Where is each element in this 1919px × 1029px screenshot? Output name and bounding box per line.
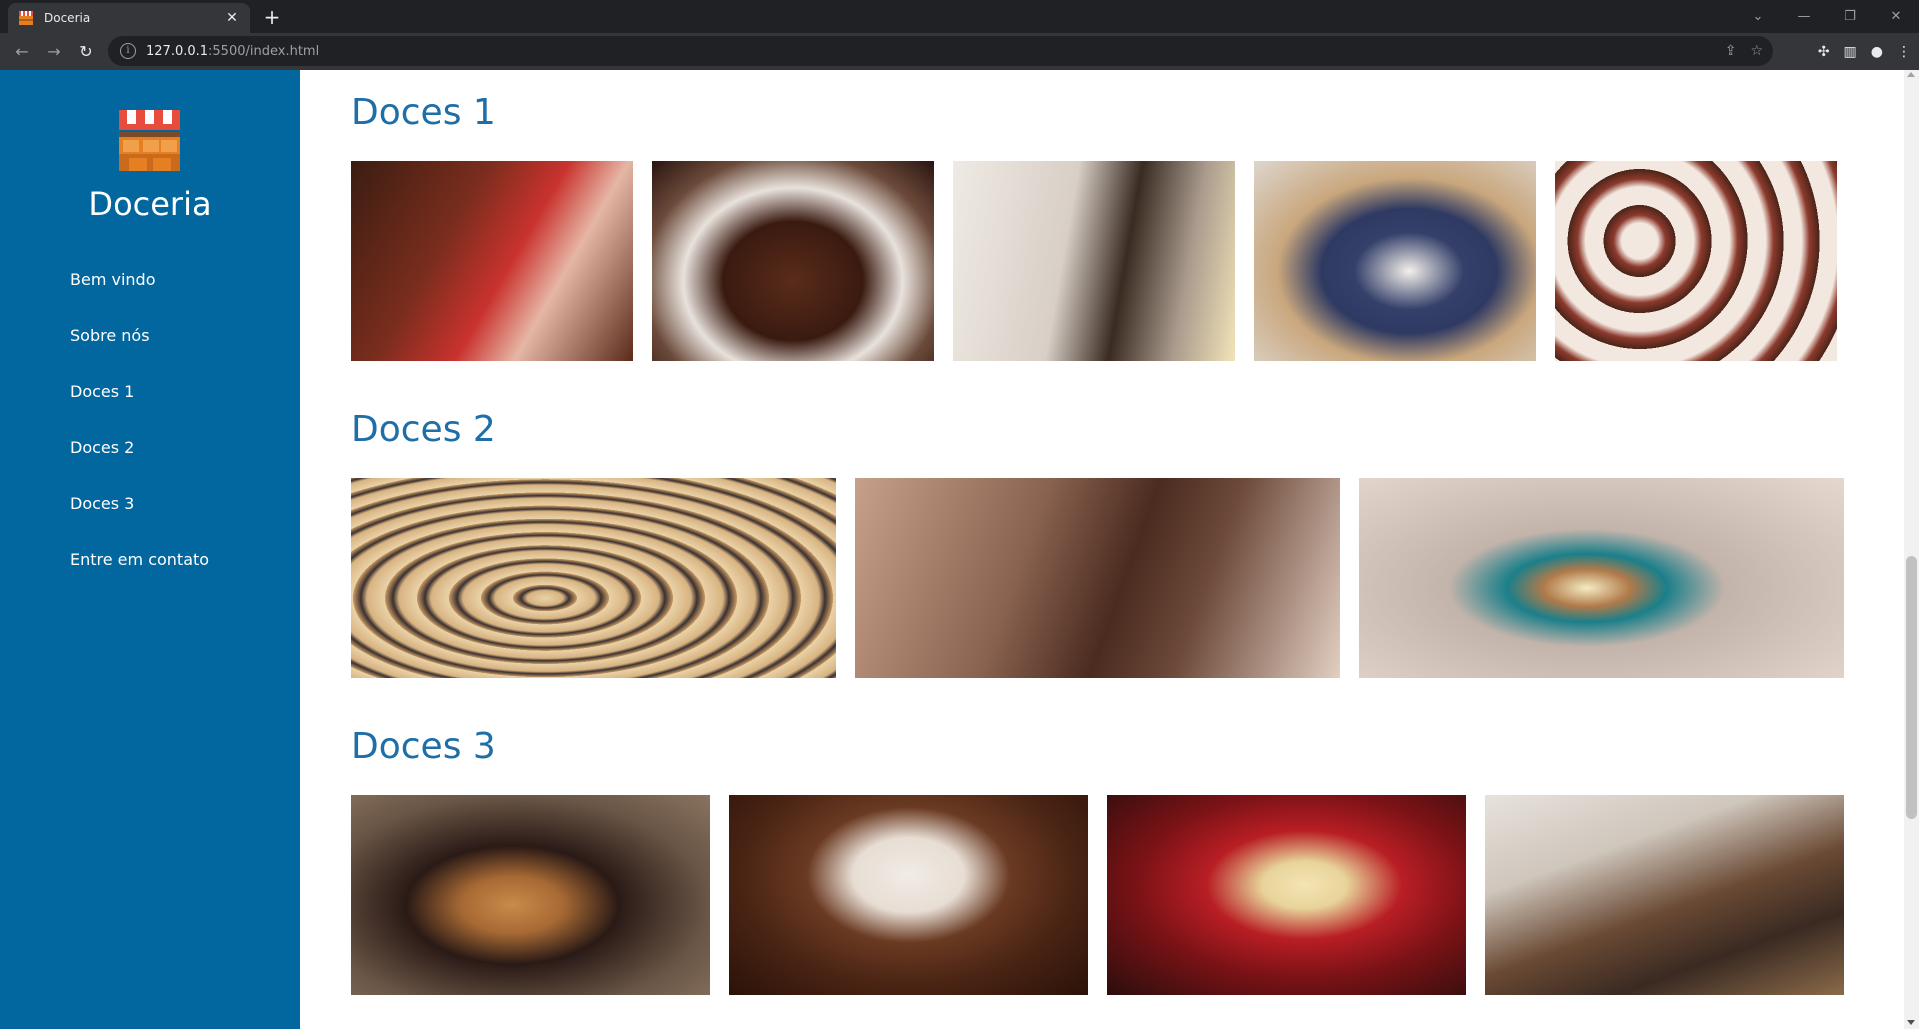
bookmark-star-icon[interactable]: ☆ bbox=[1750, 43, 1763, 59]
scroll-down-arrow-icon[interactable] bbox=[1907, 1020, 1915, 1025]
nav-item-contato[interactable]: Entre em contato bbox=[70, 548, 209, 604]
nav-item-sobre-nos[interactable]: Sobre nós bbox=[70, 324, 209, 380]
side-panel-icon[interactable]: ▥ bbox=[1844, 44, 1857, 60]
photo-candy-jars bbox=[351, 161, 633, 361]
photo-cupcakes bbox=[1555, 161, 1837, 361]
store-logo-icon bbox=[119, 110, 180, 171]
gallery-doces-1 bbox=[351, 161, 1837, 361]
gallery-doces-3 bbox=[351, 795, 1844, 995]
sidebar-nav: Bem vindo Sobre nós Doces 1 Doces 2 Doce… bbox=[70, 268, 209, 604]
photo-chocolate-cake-slice bbox=[855, 478, 1340, 678]
browser-tab-strip: Doceria ✕ + ⌄ — ❐ ✕ bbox=[0, 0, 1919, 33]
address-bar[interactable]: i 127.0.0.1:5500/index.html ⇪ ☆ bbox=[108, 36, 1773, 66]
url-text: 127.0.0.1:5500/index.html bbox=[146, 43, 320, 59]
close-window-icon[interactable]: ✕ bbox=[1873, 9, 1919, 24]
site-info-icon[interactable]: i bbox=[120, 43, 136, 59]
gallery-doces-2 bbox=[351, 478, 1844, 678]
scroll-up-arrow-icon[interactable] bbox=[1907, 72, 1915, 77]
photo-cupcake-in-hand bbox=[1359, 478, 1844, 678]
share-icon[interactable]: ⇪ bbox=[1725, 43, 1737, 59]
page-viewport: Doceria Bem vindo Sobre nós Doces 1 Doce… bbox=[0, 70, 1919, 1029]
extensions-icon[interactable]: ✣ bbox=[1818, 44, 1830, 60]
photo-chocolate-cake bbox=[652, 161, 934, 361]
scroll-thumb[interactable] bbox=[1906, 556, 1917, 819]
profile-icon[interactable]: ● bbox=[1871, 44, 1883, 60]
browser-toolbar: ← → ↻ i 127.0.0.1:5500/index.html ⇪ ☆ ✣ … bbox=[0, 33, 1919, 70]
photo-pancakes-raspberries bbox=[351, 795, 710, 995]
photo-christmas-cream-desserts bbox=[1107, 795, 1466, 995]
window-controls: ⌄ — ❐ ✕ bbox=[1735, 0, 1919, 33]
nav-item-bem-vindo[interactable]: Bem vindo bbox=[70, 268, 209, 324]
nav-item-doces-3[interactable]: Doces 3 bbox=[70, 492, 209, 548]
new-tab-icon[interactable]: + bbox=[260, 5, 284, 29]
section-title-doces-2: Doces 2 bbox=[351, 409, 496, 450]
nav-item-doces-1[interactable]: Doces 1 bbox=[70, 380, 209, 436]
nav-item-doces-2[interactable]: Doces 2 bbox=[70, 436, 209, 492]
reload-icon[interactable]: ↻ bbox=[70, 38, 102, 66]
tab-title: Doceria bbox=[44, 11, 91, 25]
photo-pastry-display bbox=[1485, 795, 1844, 995]
restore-icon[interactable]: ❐ bbox=[1827, 9, 1873, 24]
minimize-icon[interactable]: — bbox=[1781, 9, 1827, 24]
photo-chef-decorating bbox=[953, 161, 1235, 361]
section-title-doces-3: Doces 3 bbox=[351, 726, 496, 767]
close-tab-icon[interactable]: ✕ bbox=[224, 10, 240, 26]
photo-coconut-chocolate-dessert bbox=[729, 795, 1088, 995]
photo-blueberry-tarts bbox=[1254, 161, 1536, 361]
back-icon[interactable]: ← bbox=[6, 38, 38, 66]
sidebar: Doceria Bem vindo Sobre nós Doces 1 Doce… bbox=[0, 70, 300, 1029]
store-favicon-icon bbox=[18, 10, 34, 26]
section-title-doces-1: Doces 1 bbox=[351, 92, 496, 133]
tab-search-icon[interactable]: ⌄ bbox=[1735, 9, 1781, 24]
page-scrollbar[interactable] bbox=[1904, 70, 1919, 1029]
brand-title: Doceria bbox=[88, 185, 212, 223]
browser-tab[interactable]: Doceria ✕ bbox=[8, 3, 250, 33]
menu-icon[interactable]: ⋮ bbox=[1897, 44, 1911, 60]
forward-icon[interactable]: → bbox=[38, 38, 70, 66]
photo-poppy-seed-rolls bbox=[351, 478, 836, 678]
